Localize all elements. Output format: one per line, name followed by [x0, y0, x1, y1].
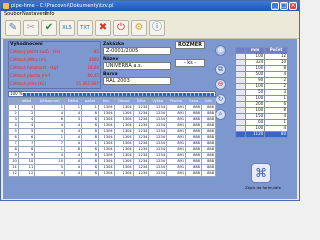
menu-info[interactable]: Info [45, 11, 54, 18]
excel-export-icon[interactable]: XLS [59, 20, 75, 36]
add-icon[interactable]: ⊕ [215, 45, 226, 56]
pen-icon[interactable]: ✎ [5, 20, 21, 36]
table-cell[interactable]: 12 [8, 170, 19, 177]
power-icon[interactable]: ⏻ [113, 20, 129, 36]
summary-value-delka: 4800 [88, 57, 99, 62]
network-icon[interactable]: ⌘ [251, 163, 271, 183]
table-cell[interactable]: 1234 [132, 170, 150, 177]
title-bar: pipe-hme - C:\Pracovni\Dokumenty\tzv.pl … [1, 1, 299, 11]
table-cell[interactable]: 888 [200, 170, 217, 177]
rozmer-field[interactable]: ROZMĚR [175, 41, 205, 49]
barva-input[interactable]: RAL 2003 [103, 77, 171, 85]
close-button[interactable]: × [289, 2, 297, 10]
zakazka-input[interactable]: Z-0001/2005 [103, 47, 171, 55]
table-cell[interactable]: 4 [34, 170, 65, 177]
table-cell[interactable]: 888 [185, 170, 202, 177]
remove-icon[interactable]: ⊖ [215, 79, 226, 90]
search-icon[interactable]: ⌕ [215, 109, 226, 120]
menu-bar: Soubor Nastavení Info [1, 11, 299, 18]
table-cell[interactable]: 8 [81, 170, 99, 177]
app-window: pipe-hme - C:\Pracovni\Dokumenty\tzv.pl … [0, 0, 300, 201]
refresh-icon[interactable]: ↻ [215, 94, 226, 105]
menu-nastaveni[interactable]: Nastavení [22, 11, 47, 18]
progress-fill [23, 93, 214, 96]
summary-value-hmotnost: 18,00 [87, 65, 99, 70]
length-table-cell[interactable]: 1120 [244, 131, 266, 138]
toolbar: ✎ ✂ ✔ XLS TXT ✖ ⏻ ⚙ ⓘ [1, 18, 299, 39]
table-cell[interactable]: 4 [63, 170, 83, 177]
table-cell[interactable]: 1234 [148, 170, 167, 177]
length-table-body: 100 12 324 10 100 8 500 4 90 2 100 2 50 3 100 1 200 6 100 8… [235, 53, 288, 138]
list-item[interactable]: 1120 80 [235, 131, 288, 138]
length-table-cell[interactable] [235, 131, 246, 138]
length-table-cell[interactable]: 80 [264, 131, 288, 138]
delete-icon[interactable]: ✖ [95, 20, 111, 36]
table-cell[interactable]: 891 [165, 170, 187, 177]
check-icon[interactable]: ✔ [41, 20, 57, 36]
summary-value-ks: 85 [93, 49, 99, 54]
settings-icon[interactable]: ⚙ [131, 20, 147, 36]
minimize-button[interactable]: _ [271, 2, 279, 10]
length-table[interactable]: mm Počet 100 12 324 10 100 8 500 4 90 2 100 2 50 3 100 1… [235, 47, 288, 138]
copy-icon[interactable]: ⧉ [215, 64, 226, 75]
progress-label: 100 % [10, 91, 23, 96]
summary-value-plocha: 80,45 [87, 73, 99, 78]
summary-label-plocha: Celková plocha (m²) [10, 73, 51, 78]
bottom-button-label: Zápis do formuláře [245, 185, 281, 190]
menu-soubor[interactable]: Soubor [4, 11, 22, 18]
summary-value-cena: 51 357 607 [76, 81, 99, 86]
progress-bar: 100 % [8, 91, 216, 97]
summary-label-ks: Celkový počet kusů - (ks) [10, 49, 61, 54]
table-row[interactable]: 12 12 4 4 8 1304 1304 1234 1234 891 888 888 [8, 170, 217, 177]
window-title: pipe-hme - C:\Pracovni\Dokumenty\tzv.pl [11, 3, 114, 9]
maximize-button[interactable]: □ [280, 2, 288, 10]
paste-icon[interactable]: ✂ [23, 20, 39, 36]
info-icon[interactable]: ⓘ [149, 20, 165, 36]
app-icon [3, 3, 9, 9]
nazev-input[interactable]: UNIVERBA a.s. [103, 62, 171, 70]
summary-label-hmotnost: Celková hmotnost - (kg) [10, 65, 59, 70]
grid-body: 1 1 1 1 1 1304 1304 1234 1234 891 888 888 2 2 4 4 8 1304 1… [8, 104, 217, 177]
summary-title: Vyhodnocení [10, 42, 43, 47]
summary-label-delka: Celková délka (m) [10, 57, 47, 62]
summary-label-cena: Celková cena (Kč) [10, 81, 46, 86]
text-export-icon[interactable]: TXT [77, 20, 93, 36]
table-cell[interactable]: 1304 [97, 170, 115, 177]
table-cell[interactable]: 1304 [113, 170, 134, 177]
table-cell[interactable]: 12 [17, 170, 36, 177]
unit-field[interactable]: - ks - [175, 59, 205, 67]
data-grid[interactable]: délka Délka(mm) Délka počet hm. Obvod Šířka Výš… [8, 98, 217, 177]
